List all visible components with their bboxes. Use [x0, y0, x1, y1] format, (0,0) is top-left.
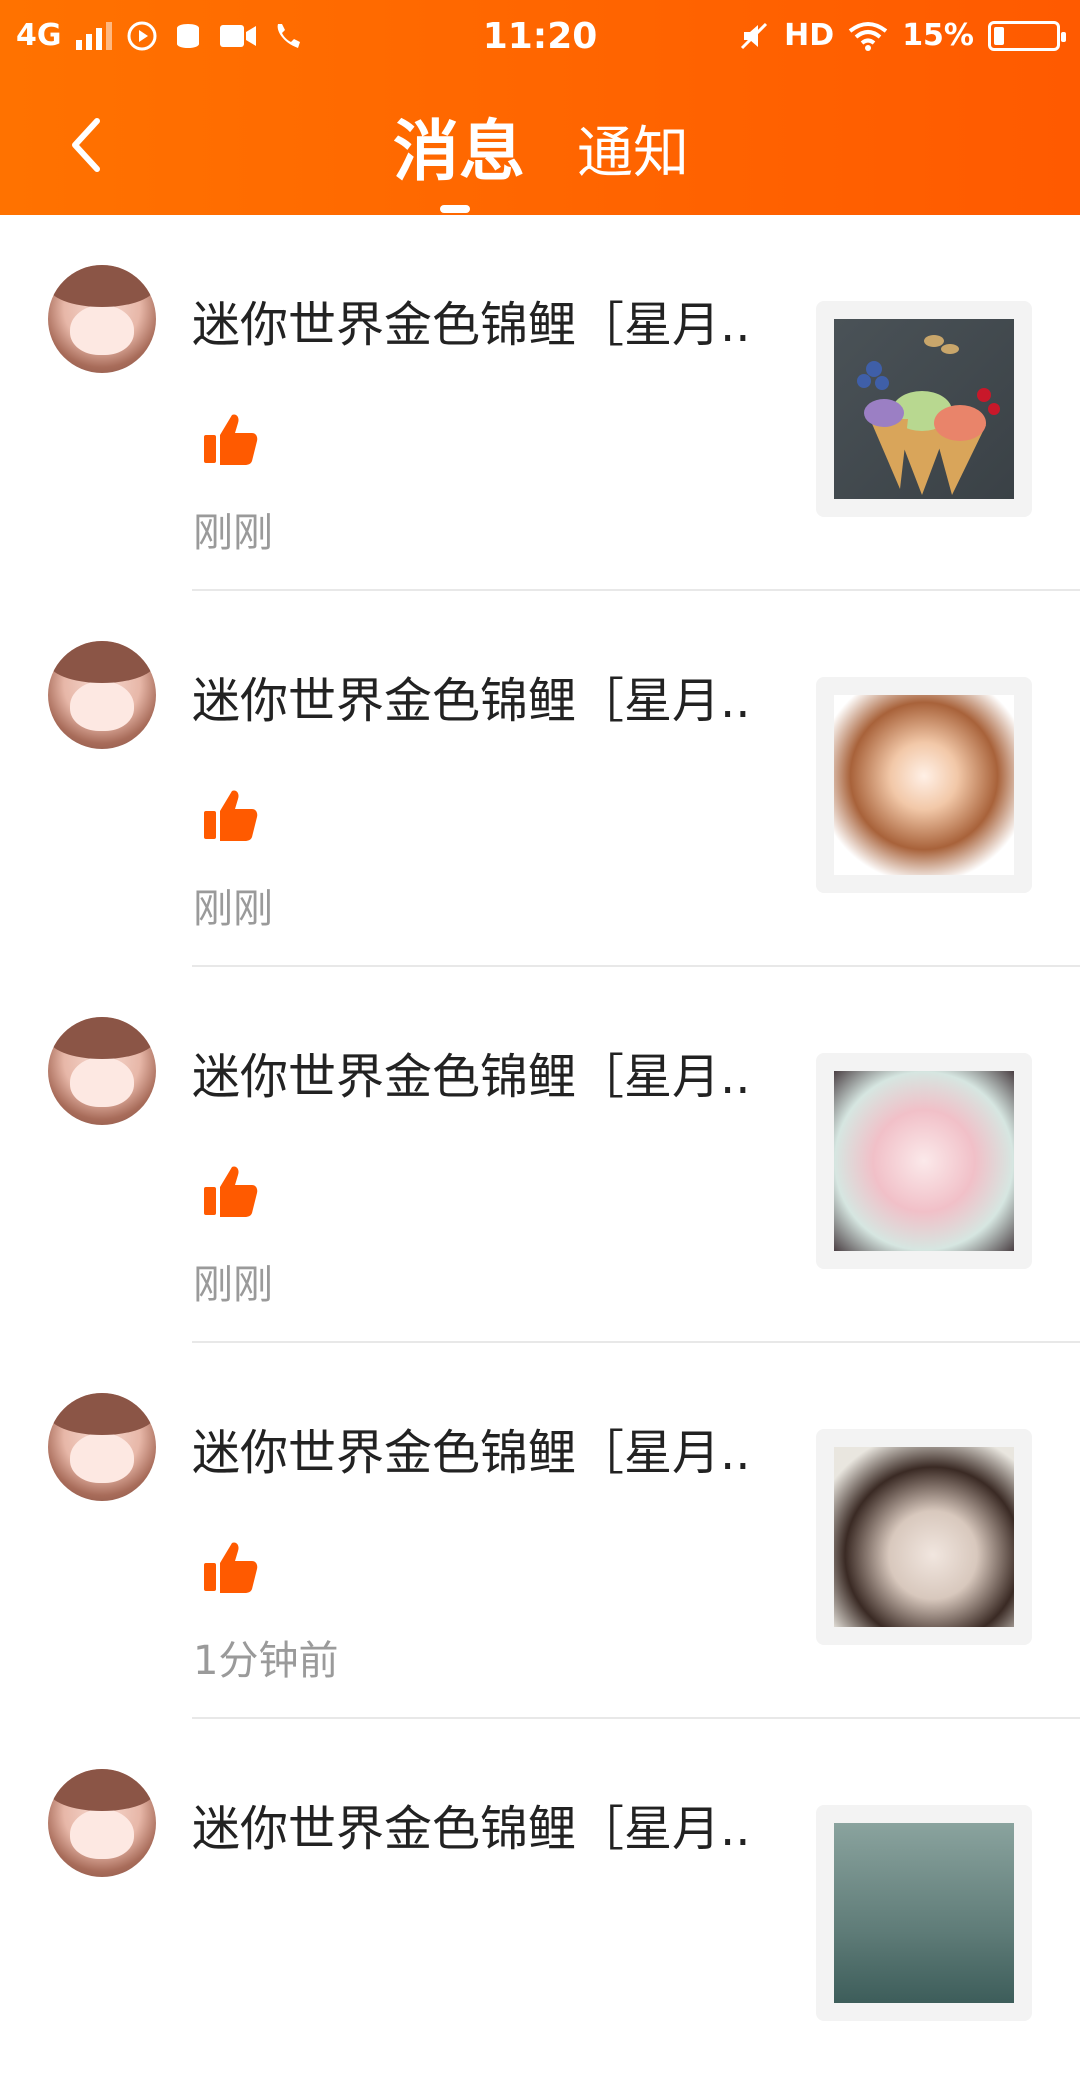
timestamp: 刚刚 [193, 1262, 273, 1308]
tab-notices[interactable]: 通知 [577, 108, 689, 189]
thumbs-up-icon [204, 1166, 258, 1217]
thumbnail-image [834, 319, 1014, 499]
sender-name: 迷你世界金色锦鲤［星月... [192, 1049, 752, 1105]
active-tab-indicator [440, 205, 470, 213]
avatar[interactable] [48, 1393, 156, 1501]
battery-percent: 15% [902, 18, 974, 53]
sender-name: 迷你世界金色锦鲤［星月... [192, 1425, 752, 1481]
thumbnail-image [834, 695, 1014, 875]
post-thumbnail[interactable] [816, 1053, 1032, 1269]
avatar[interactable] [48, 265, 156, 373]
thumbnail-image [834, 1823, 1014, 2003]
timestamp: 1分钟前 [193, 1638, 339, 1684]
sender-name: 迷你世界金色锦鲤［星月... [192, 1801, 752, 1857]
post-thumbnail[interactable] [816, 1429, 1032, 1645]
timestamp: 刚刚 [193, 510, 273, 556]
battery-icon [988, 20, 1066, 51]
message-list: 迷你世界金色锦鲤［星月... 刚刚 迷你世界金色锦鲤［星月... 刚刚 迷你世界… [0, 215, 1080, 2095]
sender-name: 迷你世界金色锦鲤［星月... [192, 673, 752, 729]
list-item[interactable]: 迷你世界金色锦鲤［星月... [0, 1719, 1080, 2095]
hd-label: HD [784, 18, 835, 53]
thumbnail-image [834, 1447, 1014, 1627]
timestamp: 刚刚 [193, 886, 273, 932]
list-item[interactable]: 迷你世界金色锦鲤［星月... 1分钟前 [0, 1343, 1080, 1719]
back-arrow-icon [72, 118, 100, 172]
avatar[interactable] [48, 1769, 156, 1877]
app-header: 4G 11:20 HD 15% 消息 通知 [0, 0, 1080, 215]
thumbnail-image [834, 1071, 1014, 1251]
thumbs-up-icon [204, 790, 258, 841]
avatar[interactable] [48, 1017, 156, 1125]
thumbs-up-icon [204, 1542, 258, 1593]
status-bar: 4G 11:20 HD 15% [0, 0, 1080, 76]
post-thumbnail[interactable] [816, 677, 1032, 893]
post-thumbnail[interactable] [816, 1805, 1032, 2021]
back-button[interactable] [50, 110, 120, 180]
thumbs-up-icon [204, 414, 258, 465]
post-thumbnail[interactable] [816, 301, 1032, 517]
list-item[interactable]: 迷你世界金色锦鲤［星月... 刚刚 [0, 967, 1080, 1343]
sender-name: 迷你世界金色锦鲤［星月... [192, 297, 752, 353]
status-right: HD 15% [738, 18, 1066, 53]
list-item[interactable]: 迷你世界金色锦鲤［星月... 刚刚 [0, 591, 1080, 967]
top-nav: 消息 通知 [0, 80, 1080, 215]
mute-icon [738, 20, 770, 52]
list-item[interactable]: 迷你世界金色锦鲤［星月... 刚刚 [0, 215, 1080, 591]
tab-messages[interactable]: 消息 [393, 98, 525, 194]
avatar[interactable] [48, 641, 156, 749]
wifi-icon [848, 21, 888, 51]
